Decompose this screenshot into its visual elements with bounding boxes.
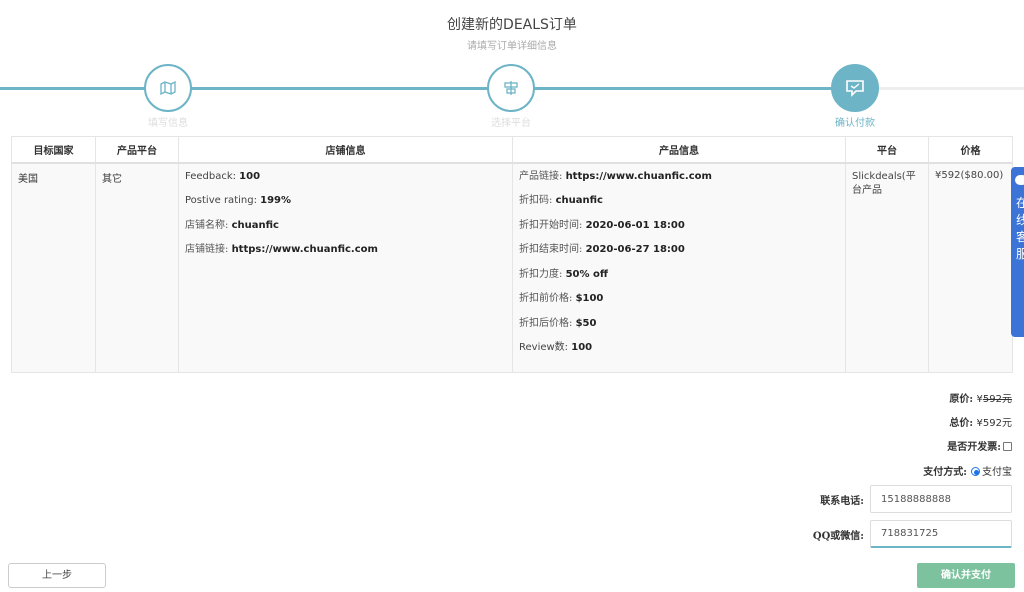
col-header-product-info: 产品信息 bbox=[512, 136, 846, 164]
online-service-tab[interactable]: 在 线 客 服 bbox=[1011, 167, 1024, 337]
qq-row: QQ或微信: bbox=[813, 520, 1012, 548]
alipay-radio[interactable] bbox=[971, 467, 980, 476]
original-price: 原价: ¥592元 bbox=[949, 394, 1012, 405]
store-name: 店铺名称: chuanfic bbox=[185, 219, 279, 231]
step-label: 选择平台 bbox=[491, 118, 531, 129]
progress-steps: 填写信息 选择平台 确认付款 bbox=[0, 60, 1024, 135]
discount-strength: 折扣力度: 50% off bbox=[519, 268, 608, 280]
cell-product-platform: 其它 bbox=[95, 162, 179, 373]
phone-label: 联系电话: bbox=[820, 495, 864, 507]
page-subtitle: 请填写订单详细信息 bbox=[467, 41, 557, 52]
col-header-store-info: 店铺信息 bbox=[178, 136, 513, 164]
step-confirm-pay: 确认付款 bbox=[785, 64, 925, 129]
progress-line-done bbox=[0, 87, 512, 90]
qq-wechat-input[interactable] bbox=[870, 520, 1012, 548]
discount-start: 折扣开始时间: 2020-06-01 18:00 bbox=[519, 219, 685, 231]
product-link: 产品链接: https://www.chuanfic.com bbox=[519, 170, 712, 182]
col-header-price: 价格 bbox=[928, 136, 1013, 164]
store-feedback: Feedback: 100 bbox=[185, 170, 261, 182]
step-label: 填写信息 bbox=[148, 118, 188, 129]
col-header-product-platform: 产品平台 bbox=[95, 136, 179, 164]
cell-deal-platform: Slickdeals(平台产品 bbox=[845, 162, 929, 373]
store-link: 店铺链接: https://www.chuanfic.com bbox=[185, 244, 378, 255]
cell-store-info: Feedback: 100 Postive rating: 199% 店铺名称:… bbox=[178, 162, 513, 373]
page-title: 创建新的DEALS订单 bbox=[447, 17, 577, 33]
qq-label: QQ或微信: bbox=[812, 530, 864, 542]
chat-bubble-icon bbox=[1015, 175, 1024, 185]
phone-row: 联系电话: bbox=[820, 485, 1012, 513]
original-price-value: 592元 bbox=[982, 394, 1012, 405]
table-row: 美国 其它 Feedback: 100 Postive rating: 199%… bbox=[11, 162, 1013, 373]
page-header: 创建新的DEALS订单 请填写订单详细信息 bbox=[0, 14, 1024, 52]
cell-product-info: 产品链接: https://www.chuanfic.com 折扣码: chua… bbox=[512, 162, 846, 373]
align-icon bbox=[487, 64, 535, 112]
chat-icon bbox=[831, 64, 879, 112]
alipay-label[interactable]: 支付宝 bbox=[982, 467, 1012, 478]
discount-code: 折扣码: chuanfic bbox=[519, 195, 603, 206]
phone-input[interactable] bbox=[870, 485, 1012, 513]
cell-country: 美国 bbox=[11, 162, 96, 373]
total-price: 总价: ¥592元 bbox=[949, 418, 1012, 429]
cell-price: ¥592($80.00) bbox=[928, 162, 1013, 373]
review-count: Review数: 100 bbox=[519, 342, 593, 353]
table-header-row: 目标国家 产品平台 店铺信息 产品信息 平台 价格 bbox=[11, 136, 1013, 164]
total-price-value: ¥592元 bbox=[976, 418, 1012, 429]
step-fill-info: 填写信息 bbox=[98, 64, 238, 129]
price-before: 折扣前价格: $100 bbox=[519, 293, 604, 304]
order-table: 目标国家 产品平台 店铺信息 产品信息 平台 价格 美国 其它 Feedback… bbox=[11, 136, 1013, 373]
invoice-row: 是否开发票: bbox=[947, 438, 1012, 453]
col-header-country: 目标国家 bbox=[11, 136, 96, 164]
prev-step-button[interactable]: 上一步 bbox=[8, 563, 106, 588]
step-label: 确认付款 bbox=[835, 118, 875, 129]
confirm-pay-button[interactable]: 确认并支付 bbox=[917, 563, 1015, 588]
invoice-checkbox[interactable] bbox=[1003, 442, 1012, 451]
store-rating: Postive rating: 199% bbox=[185, 195, 292, 206]
discount-end: 折扣结束时间: 2020-06-27 18:00 bbox=[519, 244, 685, 255]
map-icon bbox=[144, 64, 192, 112]
step-choose-platform: 选择平台 bbox=[441, 64, 581, 129]
col-header-platform: 平台 bbox=[845, 136, 929, 164]
payment-method-row: 支付方式: 支付宝 bbox=[923, 467, 1012, 478]
price-after: 折扣后价格: $50 bbox=[519, 317, 597, 329]
